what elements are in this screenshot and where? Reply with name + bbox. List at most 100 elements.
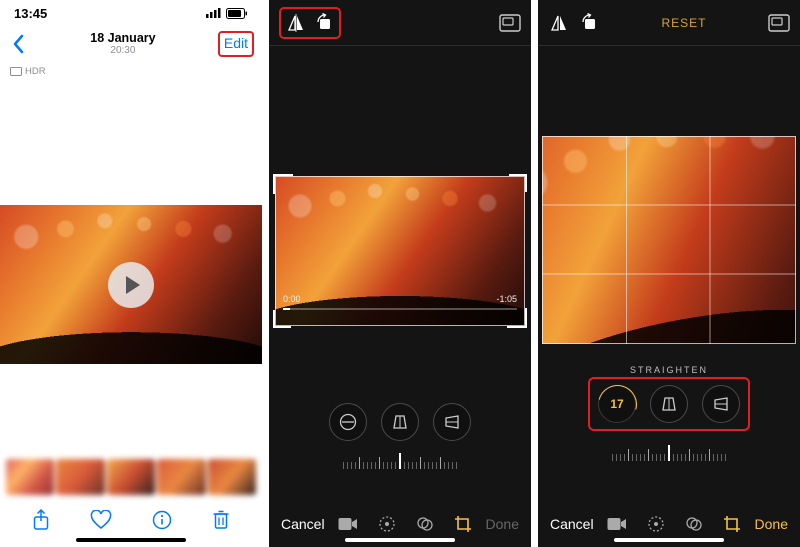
adjust-icon: [378, 515, 396, 533]
status-bar: 13:45: [0, 0, 262, 26]
share-icon: [32, 509, 50, 531]
thumbnail[interactable]: [208, 459, 256, 495]
trim-start-time: 0:00: [283, 294, 301, 304]
trim-bar[interactable]: 0:00 -1:05: [283, 294, 517, 304]
straighten-value: 17: [610, 397, 623, 411]
mode-filters[interactable]: [685, 515, 703, 533]
straighten-icon: [339, 413, 357, 431]
straighten-button[interactable]: 17: [598, 385, 636, 423]
signal-icon: [206, 8, 222, 18]
horizontal-perspective-button[interactable]: [702, 385, 740, 423]
heart-icon: [90, 510, 112, 530]
straighten-label: STRAIGHTEN: [538, 365, 800, 375]
video-icon: [338, 517, 358, 531]
rotate-icon: [579, 13, 599, 33]
thumbnail[interactable]: [157, 459, 205, 495]
adjust-icon: [647, 515, 665, 533]
done-button[interactable]: Done: [755, 516, 788, 532]
share-button[interactable]: [32, 509, 50, 531]
hdr-badge: HDR: [10, 66, 262, 77]
rotate-icon: [314, 13, 334, 33]
favorite-button[interactable]: [90, 510, 112, 530]
edit-mode-tabs: [607, 515, 741, 533]
home-indicator[interactable]: [614, 538, 724, 542]
hdr-label: HDR: [25, 66, 46, 77]
crop-toolbar-top: RESET: [538, 0, 800, 46]
trim-track[interactable]: [283, 308, 517, 310]
mode-adjust[interactable]: [378, 515, 396, 533]
thumbnail[interactable]: [107, 459, 155, 495]
aspect-ratio-button[interactable]: [768, 12, 790, 34]
aspect-ratio-icon: [499, 14, 521, 32]
vertical-skew-icon: [661, 396, 677, 412]
viewer-toolbar: [0, 509, 262, 531]
back-button[interactable]: [8, 34, 28, 54]
flip-button[interactable]: [285, 12, 307, 34]
edit-mode-tabs: [338, 515, 472, 533]
home-indicator[interactable]: [345, 538, 455, 542]
adjustment-buttons: [269, 403, 531, 441]
crop-toolbar-top: [269, 0, 531, 46]
edit-button-highlight: Edit: [218, 31, 254, 57]
flip-rotate-highlight: [279, 7, 341, 39]
crop-canvas[interactable]: 0:00 -1:05: [269, 46, 531, 547]
rotate-button[interactable]: [578, 12, 600, 34]
reset-button[interactable]: RESET: [661, 16, 706, 30]
angle-scale[interactable]: [558, 443, 780, 461]
mode-crop[interactable]: [723, 515, 741, 533]
angle-scale[interactable]: [289, 451, 511, 469]
crop-frame[interactable]: 0:00 -1:05: [275, 176, 525, 326]
filters-icon: [416, 515, 434, 533]
cancel-button[interactable]: Cancel: [550, 516, 594, 532]
play-button[interactable]: [108, 262, 154, 308]
video-icon: [607, 517, 627, 531]
thumbnail-strip[interactable]: [0, 459, 262, 495]
straighten-editor-screen: RESET STRAIGHTEN 17: [538, 0, 800, 547]
edit-button[interactable]: Edit: [224, 35, 248, 51]
status-right: [206, 8, 248, 19]
mode-crop[interactable]: [454, 515, 472, 533]
edit-bottom-bar: Cancel Done: [538, 515, 800, 533]
horizontal-perspective-button[interactable]: [433, 403, 471, 441]
battery-icon: [226, 8, 248, 19]
thumbnail[interactable]: [6, 459, 54, 495]
vertical-perspective-button[interactable]: [381, 403, 419, 441]
rotate-button[interactable]: [313, 12, 335, 34]
media-title: 18 January 20:30: [90, 32, 155, 57]
flip-button[interactable]: [548, 12, 570, 34]
chevron-left-icon: [12, 34, 24, 54]
angle-center-tick: [399, 453, 401, 469]
info-button[interactable]: [152, 510, 172, 530]
done-button[interactable]: Done: [486, 516, 519, 532]
aspect-ratio-button[interactable]: [499, 12, 521, 34]
cancel-button[interactable]: Cancel: [281, 516, 325, 532]
play-icon: [126, 276, 140, 294]
delete-button[interactable]: [212, 509, 230, 531]
filters-icon: [685, 515, 703, 533]
crop-frame[interactable]: [542, 136, 796, 344]
media-date: 18 January: [90, 32, 155, 46]
home-indicator[interactable]: [76, 538, 186, 542]
trim-end-time: -1:05: [496, 294, 517, 304]
mode-adjust[interactable]: [647, 515, 665, 533]
video-preview[interactable]: [0, 205, 262, 364]
mode-filters[interactable]: [416, 515, 434, 533]
mode-video[interactable]: [338, 517, 358, 531]
status-time: 13:45: [14, 6, 47, 21]
flip-horizontal-icon: [549, 14, 569, 32]
flip-horizontal-icon: [286, 14, 306, 32]
crop-canvas[interactable]: STRAIGHTEN 17: [538, 46, 800, 547]
horizontal-skew-icon: [713, 396, 729, 412]
trash-icon: [212, 509, 230, 531]
aspect-ratio-icon: [768, 14, 790, 32]
straighten-button[interactable]: [329, 403, 367, 441]
crop-icon: [454, 515, 472, 533]
vertical-skew-icon: [392, 414, 408, 430]
photos-viewer-screen: 13:45 18 January 20:30 Edit HDR: [0, 0, 262, 547]
angle-center-tick: [668, 445, 670, 461]
vertical-perspective-button[interactable]: [650, 385, 688, 423]
thumbnail[interactable]: [56, 459, 104, 495]
screen-icon: [10, 67, 22, 76]
edit-bottom-bar: Cancel Done: [269, 515, 531, 533]
mode-video[interactable]: [607, 517, 627, 531]
